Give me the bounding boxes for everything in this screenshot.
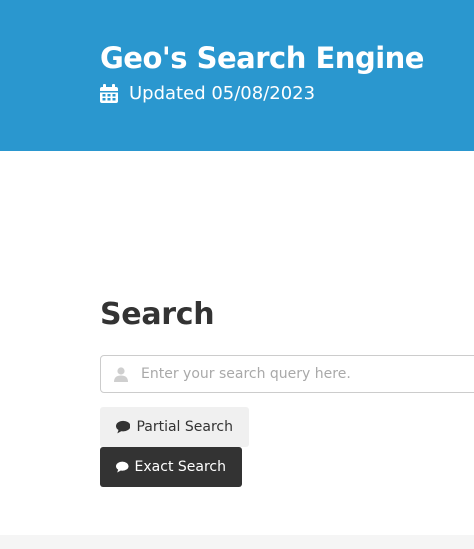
- header-banner: Geo's Search Engine Updated 05/08/2023: [0, 0, 474, 151]
- user-icon: [114, 367, 128, 382]
- footer-strip: [0, 535, 474, 549]
- search-field[interactable]: [100, 355, 474, 393]
- calendar-icon: [100, 83, 118, 103]
- partial-search-label: Partial Search: [136, 419, 233, 435]
- comment-icon: [116, 420, 131, 434]
- search-input[interactable]: [141, 356, 474, 392]
- updated-line: Updated 05/08/2023: [100, 80, 315, 106]
- comment-icon: [116, 461, 129, 473]
- page-title: Geo's Search Engine: [100, 41, 424, 75]
- exact-search-label: Exact Search: [134, 459, 226, 475]
- partial-search-button[interactable]: Partial Search: [100, 407, 249, 447]
- search-heading: Search: [100, 297, 215, 332]
- exact-search-button[interactable]: Exact Search: [100, 447, 242, 487]
- updated-date-text: Updated 05/08/2023: [129, 82, 316, 104]
